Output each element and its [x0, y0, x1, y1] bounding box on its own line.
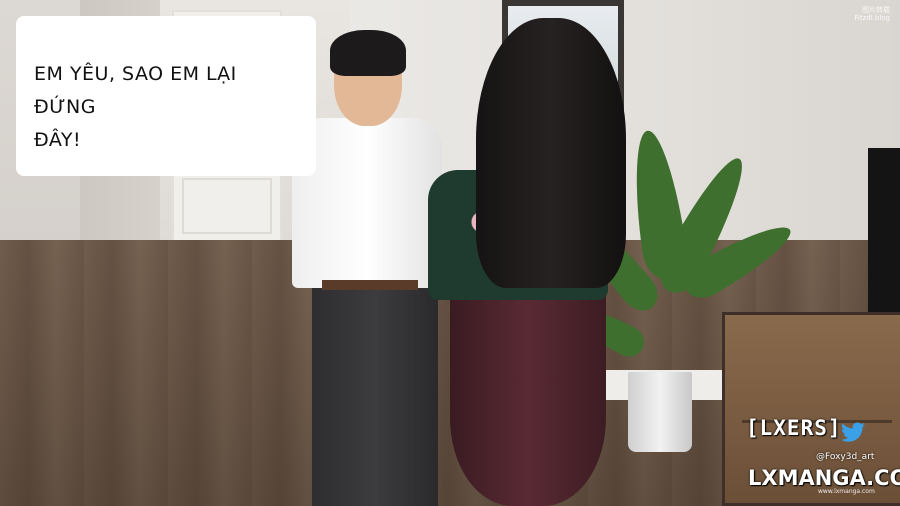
door-panel [182, 178, 272, 234]
plant-pot [628, 372, 692, 452]
watermark-line-2: Fitzdl.blog [854, 14, 890, 22]
man-hair [330, 30, 406, 76]
speech-bubble: EM YÊU, SAO EM LẠI ĐỨNG ĐÂY! [16, 16, 316, 176]
site-watermark: LXMANGA.COM [748, 466, 900, 490]
group-tag: [LXERS] [746, 416, 842, 440]
small-watermark: www.lxmanga.com [818, 488, 875, 495]
comic-panel: EM YÊU, SAO EM LẠI ĐỨNG ĐÂY! 图片转载 Fitzdl… [0, 0, 900, 506]
woman-skirt [450, 286, 606, 506]
man-belt [322, 280, 418, 290]
twitter-bird-icon [841, 422, 865, 442]
artist-handle: @Foxy3d_art [816, 452, 875, 462]
man-trousers [312, 288, 438, 506]
top-right-watermark: 图片转载 Fitzdl.blog [854, 6, 890, 22]
woman-hair [476, 18, 626, 288]
watermark-line-1: 图片转载 [862, 6, 890, 14]
group-watermark: [LXERS] [746, 416, 900, 440]
speech-line-1: EM YÊU, SAO EM LẠI ĐỨNG [34, 63, 237, 118]
speech-line-2: ĐÂY! [34, 129, 82, 151]
